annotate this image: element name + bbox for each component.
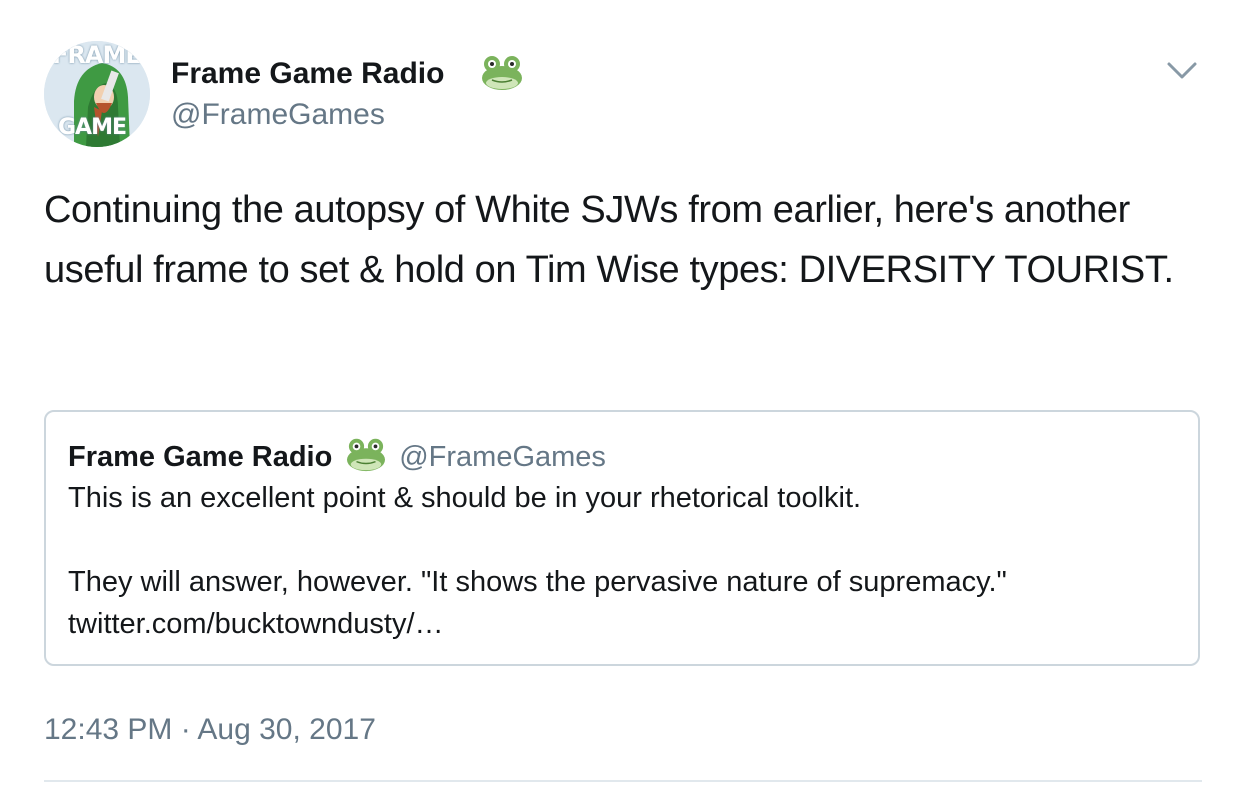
frog-face-icon bbox=[346, 438, 385, 472]
avatar-text-bottom: GAME bbox=[58, 115, 127, 140]
author-name[interactable]: Frame Game Radio bbox=[171, 56, 444, 92]
quoted-author-name: Frame Game Radio bbox=[68, 441, 333, 473]
quoted-author-handle: @FrameGames bbox=[399, 441, 606, 473]
quoted-tweet[interactable]: Frame Game Radio @FrameGames This is an … bbox=[44, 410, 1200, 666]
quoted-tweet-header: Frame Game Radio @FrameGames bbox=[68, 438, 606, 476]
avatar[interactable]: FRAME GAME bbox=[44, 41, 150, 147]
quoted-tweet-text-line: This is an excellent point & should be i… bbox=[68, 482, 862, 514]
divider bbox=[44, 780, 1202, 782]
frog-face-icon bbox=[482, 56, 522, 90]
chevron-down-icon[interactable] bbox=[1165, 58, 1199, 82]
tweet-timestamp[interactable]: 12:43 PM · Aug 30, 2017 bbox=[44, 710, 376, 750]
quoted-tweet-text-line: They will answer, however. "It shows the… bbox=[68, 566, 1007, 598]
avatar-text-top: FRAME bbox=[52, 41, 142, 69]
tweet-text: Continuing the autopsy of White SJWs fro… bbox=[44, 189, 1174, 291]
quoted-tweet-link[interactable]: twitter.com/bucktowndusty/… bbox=[68, 604, 444, 644]
tweet-card: FRAME GAME Frame Game Radio @FrameGames … bbox=[0, 0, 1260, 800]
author-handle[interactable]: @FrameGames bbox=[171, 97, 385, 133]
